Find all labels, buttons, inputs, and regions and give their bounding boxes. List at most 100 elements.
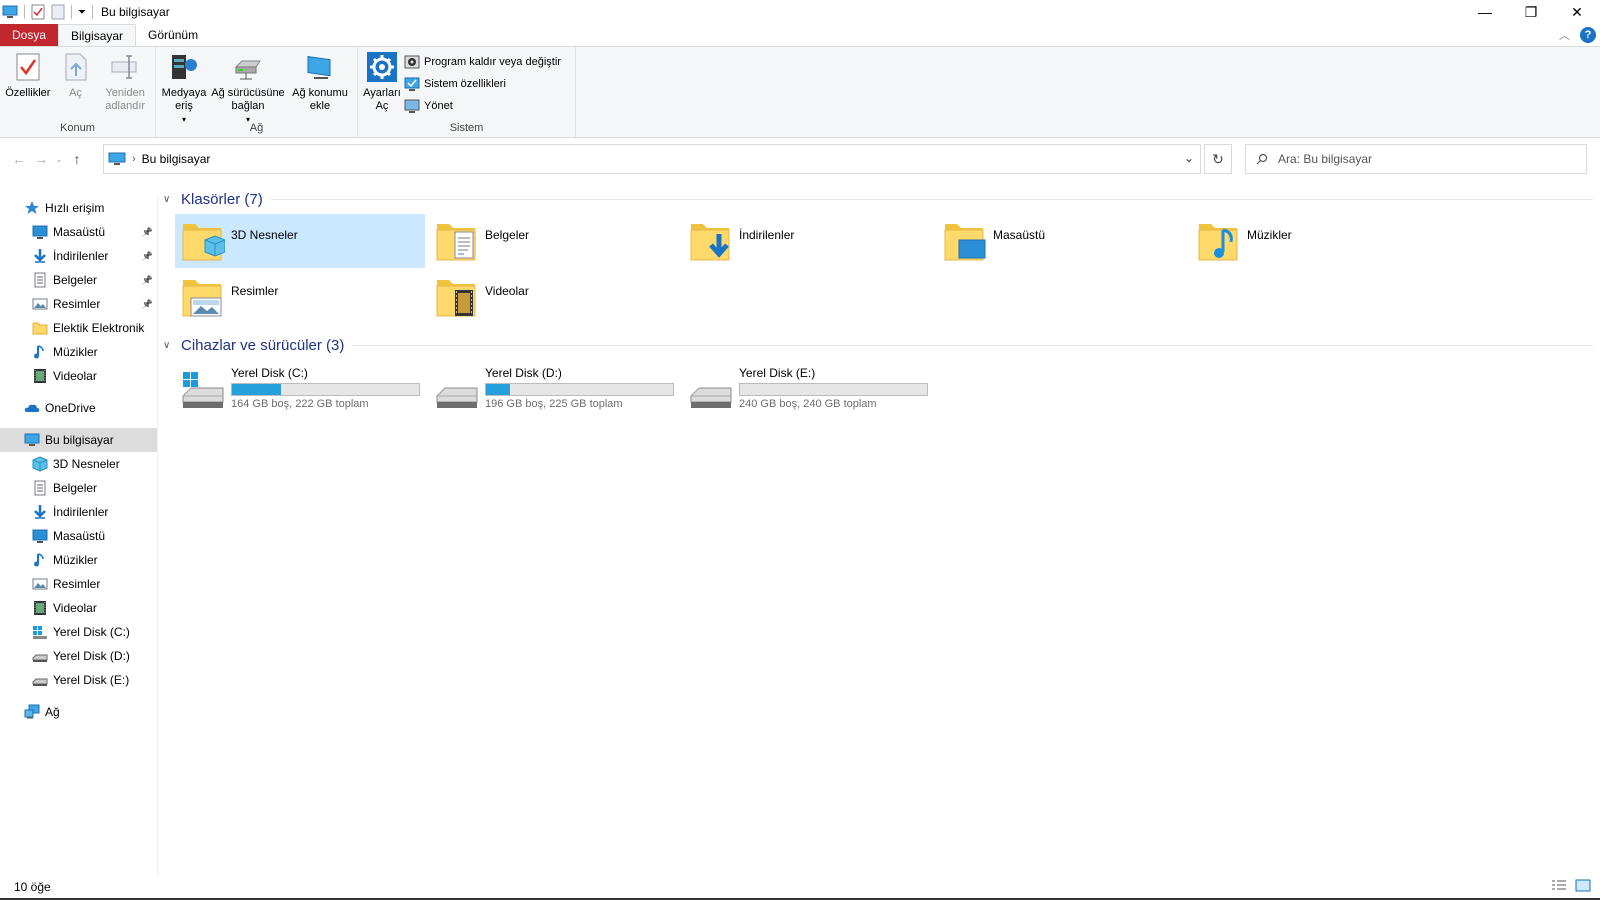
folder-name: Belgeler (485, 228, 530, 242)
minimize-button[interactable]: — (1462, 0, 1508, 24)
pin-icon[interactable]: 📌 (142, 275, 153, 286)
manage-icon (404, 99, 420, 113)
chevron-down-icon[interactable]: ∨ (163, 340, 177, 351)
details-view-icon[interactable] (1550, 878, 1568, 894)
ribbon: Özellikler Aç Yeniden adlandır Konum Med… (0, 46, 1600, 138)
nav-item-label: Hızlı erişim (45, 201, 105, 215)
folders-section-header[interactable]: ∨ Klasörler (7) (163, 186, 1593, 212)
large-icons-view-icon[interactable] (1574, 878, 1592, 894)
nav-item[interactable]: Ağ (0, 700, 157, 724)
folder-item[interactable]: Videolar (429, 270, 679, 324)
system-properties-button[interactable]: Sistem özellikleri (404, 75, 561, 93)
back-button[interactable]: ← (8, 151, 30, 167)
folder-item[interactable]: Resimler (175, 270, 425, 324)
drive-usage-bar (485, 383, 674, 396)
folder-item[interactable]: Masaüstü (937, 214, 1187, 268)
nav-item-label: Videolar (53, 369, 97, 383)
nav-item[interactable]: Belgeler 📌 (0, 268, 157, 292)
drive-icon (689, 366, 733, 412)
nav-item[interactable]: Masaüstü (0, 524, 157, 548)
nav-item-label: İndirilenler (53, 249, 109, 263)
pictures-folder-icon (181, 274, 225, 320)
content-area: ∨ Klasörler (7) 3D Nesneler Belgeler İndir… (163, 186, 1593, 876)
desktop-icon (32, 528, 48, 544)
nav-item-label: Müzikler (53, 553, 98, 567)
drive-item[interactable]: Yerel Disk (E:) 240 GB boş, 240 GB toplam (683, 362, 937, 418)
properties-quick-icon[interactable] (31, 4, 45, 20)
recent-locations-button[interactable]: ⌄ (52, 154, 66, 165)
nav-item[interactable]: Videolar (0, 364, 157, 388)
refresh-button[interactable]: ↻ (1204, 144, 1232, 174)
3d-objects-folder-icon (181, 218, 226, 264)
nav-item-label: OneDrive (45, 401, 96, 415)
drive-usage-fill (232, 384, 281, 395)
videos-icon (32, 600, 48, 616)
pin-icon[interactable]: 📌 (142, 299, 153, 310)
drive-item[interactable]: Yerel Disk (D:) 196 GB boş, 225 GB toplam (429, 362, 683, 418)
ribbon-group-system: Ayarları Aç Program kaldır veya değiştir… (358, 47, 576, 137)
nav-item[interactable]: İndirilenler 📌 (0, 244, 157, 268)
drive-name: Yerel Disk (E:) (739, 366, 816, 380)
folder-name: Masaüstü (993, 228, 1046, 242)
search-box[interactable] (1245, 144, 1587, 174)
nav-item[interactable]: Videolar (0, 596, 157, 620)
nav-item[interactable]: Müzikler (0, 340, 157, 364)
pin-icon[interactable]: 📌 (142, 227, 153, 238)
close-button[interactable]: ✕ (1554, 0, 1600, 24)
tab-computer[interactable]: Bilgisayar (58, 24, 137, 46)
desktop-icon (32, 224, 48, 240)
folder-item[interactable]: 3D Nesneler (175, 214, 425, 268)
videos-icon (32, 368, 48, 384)
folder-item[interactable]: İndirilenler (683, 214, 933, 268)
manage-button[interactable]: Yönet (404, 97, 561, 115)
nav-item[interactable]: Resimler 📌 (0, 292, 157, 316)
drives-section-header[interactable]: ∨ Cihazlar ve sürücüler (3) (163, 332, 1593, 358)
folder-item[interactable]: Müzikler (1191, 214, 1441, 268)
up-button[interactable]: ↑ (66, 151, 88, 167)
folder-item[interactable]: Belgeler (429, 214, 679, 268)
pin-icon[interactable]: 📌 (142, 251, 153, 262)
collapse-ribbon-icon[interactable]: ︿ (1559, 27, 1570, 43)
address-bar[interactable]: › Bu bilgisayar ⌄ (103, 144, 1201, 174)
nav-item-label: Müzikler (53, 345, 98, 359)
nav-item[interactable]: Hızlı erişim (0, 196, 157, 220)
nav-item-label: Belgeler (53, 481, 98, 495)
nav-item[interactable]: Müzikler (0, 548, 157, 572)
pane-divider[interactable] (157, 196, 158, 876)
help-icon[interactable]: ? (1580, 27, 1596, 43)
nav-item[interactable]: Elektik Elektronik (0, 316, 157, 340)
nav-item[interactable]: 3D Nesneler (0, 452, 157, 476)
uninstall-program-button[interactable]: Program kaldır veya değiştir (404, 53, 561, 71)
onedrive-icon (24, 400, 40, 416)
nav-item[interactable]: İndirilenler (0, 500, 157, 524)
new-folder-quick-icon[interactable] (51, 4, 65, 20)
chevron-down-icon[interactable]: ∨ (163, 194, 177, 205)
folder-name: 3D Nesneler (231, 228, 298, 242)
navigation-bar: ← → ⌄ ↑ › Bu bilgisayar ⌄ ↻ (0, 140, 1600, 178)
forward-button[interactable]: → (30, 151, 52, 167)
address-dropdown-icon[interactable]: ⌄ (1184, 151, 1194, 165)
ribbon-group-label: Ağ (249, 122, 264, 134)
nav-item[interactable]: Masaüstü 📌 (0, 220, 157, 244)
nav-item[interactable]: Yerel Disk (D:) (0, 644, 157, 668)
drives-list: Yerel Disk (C:) 164 GB boş, 222 GB toplam… (175, 362, 1593, 418)
drive-item[interactable]: Yerel Disk (C:) 164 GB boş, 222 GB toplam (175, 362, 429, 418)
breadcrumb-separator-icon[interactable]: › (132, 153, 136, 165)
settings-gear-icon (367, 52, 397, 82)
tab-view[interactable]: Görünüm (136, 24, 210, 46)
nav-item[interactable]: OneDrive (0, 396, 157, 420)
nav-item[interactable]: Bu bilgisayar (0, 428, 157, 452)
network-icon (24, 704, 40, 720)
breadcrumb-this-pc[interactable]: Bu bilgisayar (142, 152, 211, 166)
nav-item[interactable]: Yerel Disk (C:) (0, 620, 157, 644)
nav-item[interactable]: Resimler (0, 572, 157, 596)
nav-item[interactable]: Belgeler (0, 476, 157, 500)
tab-file[interactable]: Dosya (0, 24, 59, 46)
rename-icon (111, 55, 137, 79)
ribbon-group-location: Özellikler Aç Yeniden adlandır Konum (0, 47, 156, 137)
nav-item[interactable]: Yerel Disk (E:) (0, 668, 157, 692)
restore-button[interactable]: ❐ (1508, 0, 1554, 24)
search-input[interactable] (1278, 152, 1578, 166)
drive-name: Yerel Disk (C:) (231, 366, 308, 380)
customize-toolbar-icon[interactable]: ⏷ (78, 7, 86, 18)
